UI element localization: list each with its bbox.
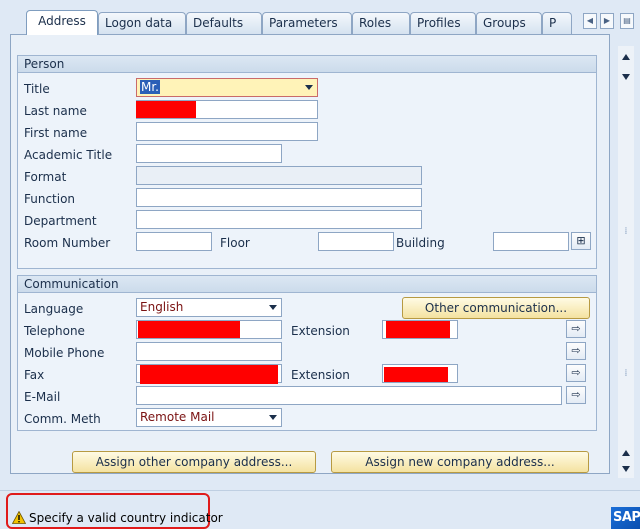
comm-meth-dropdown[interactable]: Remote Mail	[136, 408, 282, 427]
sap-logo-text: SAP	[613, 510, 640, 525]
building-field[interactable]	[493, 232, 569, 251]
warning-icon	[12, 511, 26, 524]
status-bar: Specify a valid country indicator SAP	[0, 490, 640, 529]
academic-title-field[interactable]	[136, 144, 282, 163]
communication-group: Communication Language English Other com…	[17, 275, 597, 431]
floor-label: Floor	[220, 236, 250, 250]
title-value: Mr.	[140, 80, 160, 94]
department-label: Department	[24, 214, 97, 228]
scroll-down-icon[interactable]	[622, 466, 630, 472]
person-group-title: Person	[18, 56, 596, 73]
function-field[interactable]	[136, 188, 422, 207]
function-label: Function	[24, 192, 76, 206]
redaction-mark	[136, 101, 196, 118]
chevron-down-icon[interactable]	[269, 305, 277, 310]
building-label: Building	[396, 236, 445, 250]
mobile-more-icon[interactable]: ⇨	[566, 342, 586, 360]
tab-list-icon[interactable]: ▤	[620, 13, 634, 29]
other-communication-button[interactable]: Other communication...	[402, 297, 590, 319]
address-panel: Person Title Mr. Last name First name Ac…	[10, 34, 610, 474]
title-dropdown[interactable]: Mr.	[136, 78, 318, 97]
status-message[interactable]: Specify a valid country indicator	[29, 511, 223, 525]
email-more-icon[interactable]: ⇨	[566, 386, 586, 404]
floor-field[interactable]	[318, 232, 394, 251]
room-number-field[interactable]	[136, 232, 212, 251]
sap-logo: SAP	[611, 507, 640, 529]
academic-title-label: Academic Title	[24, 148, 113, 162]
email-label: E-Mail	[24, 390, 61, 404]
scroll-up-icon[interactable]	[622, 450, 630, 456]
comm-meth-label: Comm. Meth	[24, 412, 101, 426]
tab-strip: Address Logon data Defaults Parameters R…	[0, 0, 640, 35]
assign-new-company-address-button[interactable]: Assign new company address...	[331, 451, 589, 473]
tab-defaults[interactable]: Defaults	[186, 12, 262, 34]
scroll-up-icon[interactable]	[622, 54, 630, 60]
language-dropdown[interactable]: English	[136, 298, 282, 317]
building-details-icon[interactable]: ⊞	[571, 232, 591, 250]
tab-address[interactable]: Address	[26, 10, 98, 35]
title-label: Title	[24, 82, 50, 96]
chevron-down-icon[interactable]	[269, 415, 277, 420]
format-field	[136, 166, 422, 185]
tab-logon-data[interactable]: Logon data	[98, 12, 186, 34]
first-name-field[interactable]	[136, 122, 318, 141]
redaction-mark	[384, 367, 448, 382]
scroll-down-icon[interactable]	[622, 74, 630, 80]
communication-group-title: Communication	[18, 276, 596, 293]
telephone-more-icon[interactable]: ⇨	[566, 320, 586, 338]
tab-roles[interactable]: Roles	[352, 12, 410, 34]
fax-more-icon[interactable]: ⇨	[566, 364, 586, 382]
language-label: Language	[24, 302, 84, 316]
redaction-mark	[386, 321, 450, 338]
mobile-phone-label: Mobile Phone	[24, 346, 105, 360]
tab-scroll-right-icon[interactable]: ▶	[600, 13, 614, 29]
first-name-label: First name	[24, 126, 88, 140]
last-name-label: Last name	[24, 104, 87, 118]
assign-other-company-address-button[interactable]: Assign other company address...	[72, 451, 316, 473]
format-label: Format	[24, 170, 67, 184]
extension-label: Extension	[291, 324, 350, 338]
person-group: Person Title Mr. Last name First name Ac…	[17, 55, 597, 269]
room-number-label: Room Number	[24, 236, 111, 250]
tab-groups[interactable]: Groups	[476, 12, 542, 34]
tab-p[interactable]: P	[542, 12, 572, 34]
comm-meth-value: Remote Mail	[140, 410, 215, 424]
tab-profiles[interactable]: Profiles	[410, 12, 476, 34]
scroll-grip-icon[interactable]: ⁞	[621, 368, 631, 379]
tab-scroll-left-icon[interactable]: ◀	[583, 13, 597, 29]
chevron-down-icon[interactable]	[305, 85, 313, 90]
telephone-label: Telephone	[24, 324, 85, 338]
fax-label: Fax	[24, 368, 45, 382]
email-field[interactable]	[136, 386, 562, 405]
fax-extension-label: Extension	[291, 368, 350, 382]
vertical-scrollbar[interactable]: ⁞ ⁞	[618, 46, 634, 478]
language-value: English	[140, 300, 184, 314]
tab-parameters[interactable]: Parameters	[262, 12, 352, 34]
mobile-phone-field[interactable]	[136, 342, 282, 361]
scroll-grip-icon[interactable]: ⁞	[621, 226, 631, 237]
redaction-mark	[138, 321, 240, 338]
department-field[interactable]	[136, 210, 422, 229]
redaction-mark	[140, 365, 278, 384]
